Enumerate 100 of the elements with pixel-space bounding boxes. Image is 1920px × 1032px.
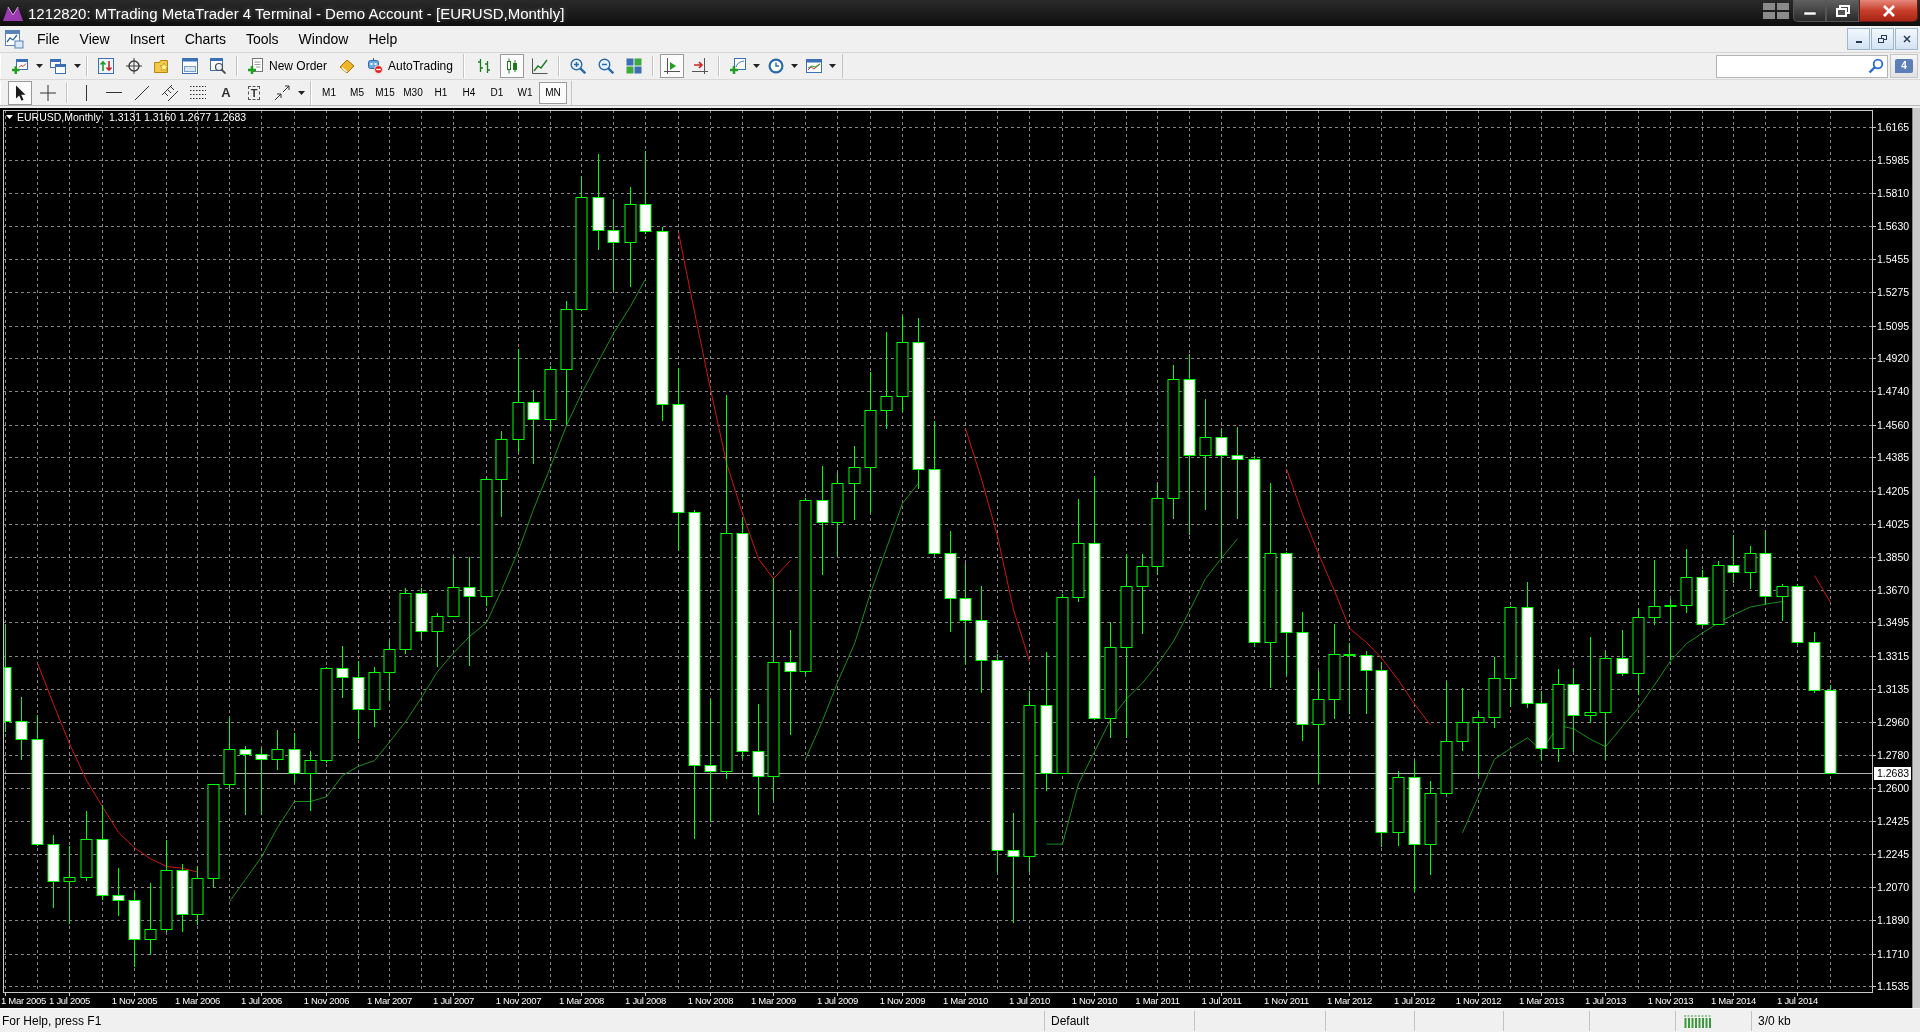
date-axis-label: 1 Nov 2010 bbox=[1071, 995, 1118, 1006]
restore-icon bbox=[1878, 35, 1887, 43]
arrows-icon bbox=[274, 84, 290, 101]
candlestick bbox=[80, 810, 93, 882]
caret-icon[interactable] bbox=[829, 64, 837, 68]
menu-item[interactable]: File bbox=[27, 28, 70, 50]
caret-icon[interactable] bbox=[35, 64, 43, 68]
candlestick bbox=[1664, 598, 1677, 661]
new-order-button[interactable]: New Order bbox=[244, 54, 331, 78]
candlestick bbox=[191, 865, 204, 926]
candlestick bbox=[1648, 559, 1661, 626]
ohlc-bars-icon bbox=[475, 58, 492, 74]
horizontal-line-icon bbox=[106, 91, 122, 94]
candlestick bbox=[1472, 711, 1485, 778]
candlestick bbox=[431, 612, 444, 668]
price-axis-label: 1.1890 bbox=[1877, 914, 1910, 926]
candlestick-button[interactable] bbox=[499, 54, 524, 78]
price-axis-label: 1.4385 bbox=[1877, 451, 1910, 463]
caret-icon[interactable] bbox=[753, 64, 761, 68]
caret-icon[interactable] bbox=[791, 64, 799, 68]
profile-name: Default bbox=[1051, 1013, 1090, 1028]
date-axis-label: 1 Mar 2013 bbox=[1518, 995, 1565, 1006]
price-axis-label: 1.2780 bbox=[1877, 749, 1910, 761]
search-icon[interactable] bbox=[1868, 58, 1884, 74]
candlestick bbox=[1808, 631, 1821, 694]
crosshair-icon bbox=[40, 84, 56, 101]
grid-icon[interactable] bbox=[1762, 2, 1790, 20]
chart-window-icon bbox=[805, 58, 822, 74]
hatched-channel-icon bbox=[162, 84, 178, 101]
menu-item[interactable]: Charts bbox=[174, 28, 236, 50]
price-axis-label: 1.1710 bbox=[1877, 948, 1910, 960]
tiles-icon bbox=[625, 58, 642, 74]
price-axis-label: 1.4560 bbox=[1877, 419, 1910, 431]
caret-icon[interactable] bbox=[73, 64, 81, 68]
candlestick bbox=[1744, 545, 1757, 590]
timeframe-button[interactable]: H4 bbox=[455, 81, 483, 104]
close-icon bbox=[1881, 4, 1896, 17]
chart-plus-icon bbox=[12, 58, 28, 74]
caret-icon[interactable] bbox=[297, 90, 305, 95]
document-plus-icon bbox=[248, 58, 264, 74]
price-axis-label: 1.3135 bbox=[1877, 683, 1910, 695]
chart-shift-button[interactable] bbox=[659, 54, 684, 78]
connection-bars-icon bbox=[1684, 1013, 1712, 1028]
cursor-button[interactable] bbox=[8, 80, 32, 105]
vertical-line-icon bbox=[84, 84, 88, 101]
timeframe-button[interactable]: W1 bbox=[511, 81, 539, 104]
price-axis-label: 1.5810 bbox=[1877, 187, 1910, 199]
autotrading-button[interactable]: AutoTrading bbox=[363, 54, 457, 78]
price-axis-label: 1.3495 bbox=[1877, 616, 1910, 628]
close-button[interactable] bbox=[1859, 0, 1918, 22]
search-field[interactable] bbox=[1716, 54, 1888, 78]
candlestick bbox=[1680, 548, 1693, 614]
text-tool-button[interactable]: A bbox=[214, 80, 238, 105]
down-triangle-icon[interactable] bbox=[6, 115, 13, 119]
timeframe-button[interactable]: M30 bbox=[399, 81, 427, 104]
timeframe-button[interactable]: D1 bbox=[483, 81, 511, 104]
price-axis-label: 1.6165 bbox=[1877, 121, 1910, 133]
clock-icon bbox=[767, 58, 784, 74]
traffic-text: 3/0 kb bbox=[1758, 1013, 1791, 1028]
menu-item[interactable]: Help bbox=[358, 28, 408, 50]
restore-button[interactable] bbox=[1871, 28, 1894, 50]
timeframe-button[interactable]: M5 bbox=[343, 81, 371, 104]
date-axis-label: 1 Jul 2006 bbox=[241, 995, 282, 1006]
price-axis-label: 1.4740 bbox=[1877, 385, 1910, 397]
chart-symbol-label: EURUSD,Monthly bbox=[17, 111, 102, 123]
star-folder-icon bbox=[154, 58, 170, 74]
menu-item[interactable]: Window bbox=[288, 28, 359, 50]
timeframe-button[interactable]: M15 bbox=[371, 81, 399, 104]
chart-window-icon bbox=[4, 29, 24, 49]
zoom-out-icon bbox=[597, 58, 614, 74]
minimize-button[interactable] bbox=[1847, 28, 1870, 50]
date-axis-label: 1 Mar 2011 bbox=[1135, 995, 1180, 1006]
date-axis-label: 1 Nov 2005 bbox=[111, 995, 158, 1006]
candlestick bbox=[239, 745, 252, 816]
candlestick bbox=[1791, 583, 1804, 645]
restore-button[interactable] bbox=[1826, 0, 1859, 22]
line-chart-icon bbox=[531, 58, 548, 74]
restore-icon bbox=[1835, 4, 1850, 17]
price-axis-label: 1.2245 bbox=[1877, 848, 1910, 860]
date-axis-label: 1 Jul 2007 bbox=[433, 995, 474, 1006]
menu-item[interactable]: View bbox=[69, 28, 120, 50]
timeframe-button[interactable]: M1 bbox=[315, 81, 343, 104]
close-button[interactable] bbox=[1895, 28, 1918, 50]
date-axis-label: 1 Mar 2012 bbox=[1326, 995, 1373, 1006]
candlestick bbox=[304, 750, 317, 812]
messages-button[interactable]: 4 bbox=[1890, 54, 1918, 78]
date-axis-label: 1 Mar 2005 bbox=[1, 995, 47, 1006]
date-axis-label: 1 Jul 2014 bbox=[1777, 995, 1818, 1006]
window-panel-icon bbox=[182, 58, 198, 74]
text-label-button[interactable]: T bbox=[242, 80, 266, 105]
menu-item[interactable]: Tools bbox=[235, 28, 289, 50]
menu-item[interactable]: Insert bbox=[119, 28, 175, 50]
minimize-button[interactable] bbox=[1793, 0, 1826, 22]
date-axis-label: 1 Nov 2012 bbox=[1455, 995, 1502, 1006]
date-axis-label: 1 Jul 2012 bbox=[1394, 995, 1435, 1006]
timeframe-button[interactable]: MN bbox=[539, 81, 567, 104]
date-axis-label: 1 Nov 2008 bbox=[687, 995, 734, 1006]
price-axis-label: 1.3850 bbox=[1877, 551, 1910, 563]
candlestick bbox=[1696, 569, 1709, 627]
timeframe-button[interactable]: H1 bbox=[427, 81, 455, 104]
